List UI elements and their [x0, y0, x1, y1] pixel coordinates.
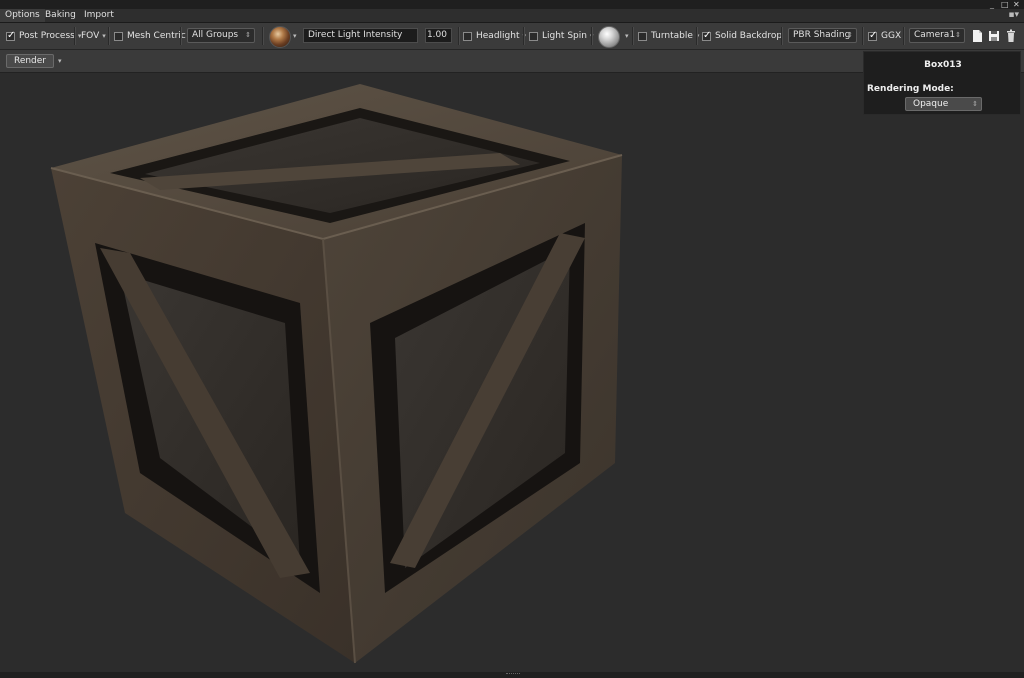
headlight-toggle[interactable]: Headlight ▾	[463, 23, 526, 49]
light-intensity-field[interactable]: Direct Light Intensity	[303, 28, 418, 43]
headlight-checkbox[interactable]	[463, 31, 472, 41]
turntable-label: Turntable	[651, 31, 693, 41]
tab-baking[interactable]: Baking	[40, 9, 81, 22]
environment-sphere-icon[interactable]	[269, 26, 291, 48]
crate-model	[50, 84, 623, 664]
viewer-toolbar: Post Process ▾ FOV ▾ Mesh Centric All Gr…	[0, 23, 1024, 50]
chevron-down-icon: ▾	[625, 32, 629, 40]
toolbar-divider	[74, 27, 76, 45]
rendering-mode-label: Rendering Mode:	[867, 84, 954, 94]
toolbar-divider	[632, 27, 634, 45]
mesh-centric-checkbox[interactable]	[114, 31, 123, 41]
headlight-label: Headlight	[476, 31, 520, 41]
ggx-checkbox[interactable]	[868, 30, 877, 41]
toolbar-divider	[696, 27, 698, 45]
toolbar-divider	[458, 27, 460, 45]
minimize-button[interactable]: _	[990, 0, 994, 9]
toolbar-divider	[862, 27, 864, 45]
environment-menu[interactable]: ▾	[290, 23, 297, 49]
object-name: Box013	[924, 60, 962, 70]
turntable-checkbox[interactable]	[638, 31, 647, 41]
chevron-down-icon: ▾	[58, 57, 62, 65]
tab-bar: Options Baking Import	[0, 9, 1024, 23]
rendering-mode-select[interactable]: Opaque ⇕	[905, 97, 982, 111]
updown-icon: ⇕	[972, 100, 978, 108]
groups-select-value: All Groups	[192, 30, 239, 40]
post-process-toggle[interactable]: Post Process ▾	[6, 23, 81, 49]
toolbar-divider	[523, 27, 525, 45]
fov-label: FOV	[81, 31, 100, 41]
resize-grip-icon[interactable]	[506, 673, 520, 676]
solid-backdrop-checkbox[interactable]	[702, 30, 711, 41]
panel-menu-icon[interactable]: ▪▾	[1008, 9, 1019, 22]
mesh-centric-label: Mesh Centric	[127, 31, 186, 41]
material-menu[interactable]: ▾	[622, 23, 629, 49]
updown-icon: ⇕	[245, 31, 251, 39]
ggx-toggle[interactable]: GGX	[868, 23, 901, 49]
light-spin-checkbox[interactable]	[529, 31, 538, 41]
post-process-checkbox[interactable]	[6, 30, 15, 41]
toolbar-divider	[591, 27, 593, 45]
trash-icon[interactable]	[1005, 29, 1017, 43]
groups-select[interactable]: All Groups ⇕	[187, 28, 255, 43]
light-spin-label: Light Spin	[542, 31, 587, 41]
light-intensity-text: Direct Light Intensity	[308, 30, 403, 40]
toolbar-divider	[781, 27, 783, 45]
updown-icon: ⇕	[955, 31, 961, 39]
chevron-down-icon: ▾	[102, 32, 106, 40]
object-properties-panel: Box013 Rendering Mode: Opaque ⇕	[863, 51, 1021, 115]
save-icon[interactable]	[988, 29, 1000, 43]
toolbar-divider	[180, 27, 182, 45]
updown-icon: ⇕	[847, 31, 853, 39]
ggx-label: GGX	[881, 31, 902, 41]
fov-menu[interactable]: FOV ▾	[81, 23, 106, 49]
maximize-button[interactable]: □	[1001, 0, 1009, 9]
close-button[interactable]: ✕	[1013, 0, 1020, 9]
light-intensity-value[interactable]: 1.00	[425, 28, 452, 43]
turntable-toggle[interactable]: Turntable ▾	[638, 23, 699, 49]
tab-import[interactable]: Import	[79, 9, 119, 22]
shading-select[interactable]: PBR Shading ⇕	[788, 28, 857, 43]
title-bar	[0, 0, 1024, 9]
toolbar-divider	[903, 27, 905, 45]
post-process-label: Post Process	[19, 31, 75, 41]
render-options-menu[interactable]: ▾	[55, 50, 62, 72]
material-sphere-icon[interactable]	[598, 26, 620, 48]
3d-viewport[interactable]	[0, 73, 1024, 672]
rendering-mode-value: Opaque	[913, 99, 949, 109]
tab-options[interactable]: Options	[0, 9, 45, 22]
toolbar-divider	[108, 27, 110, 45]
toolbar-divider	[262, 27, 264, 45]
camera-select[interactable]: Camera1 ⇕	[909, 28, 965, 43]
new-file-icon[interactable]	[971, 29, 983, 43]
camera-select-value: Camera1	[914, 30, 956, 40]
shading-select-value: PBR Shading	[793, 30, 851, 40]
light-spin-toggle[interactable]: Light Spin ▾	[529, 23, 593, 49]
render-button[interactable]: Render	[6, 54, 54, 68]
chevron-down-icon: ▾	[293, 32, 297, 40]
solid-backdrop-label: Solid Backdrop	[715, 31, 783, 41]
mesh-centric-toggle[interactable]: Mesh Centric	[114, 23, 186, 49]
